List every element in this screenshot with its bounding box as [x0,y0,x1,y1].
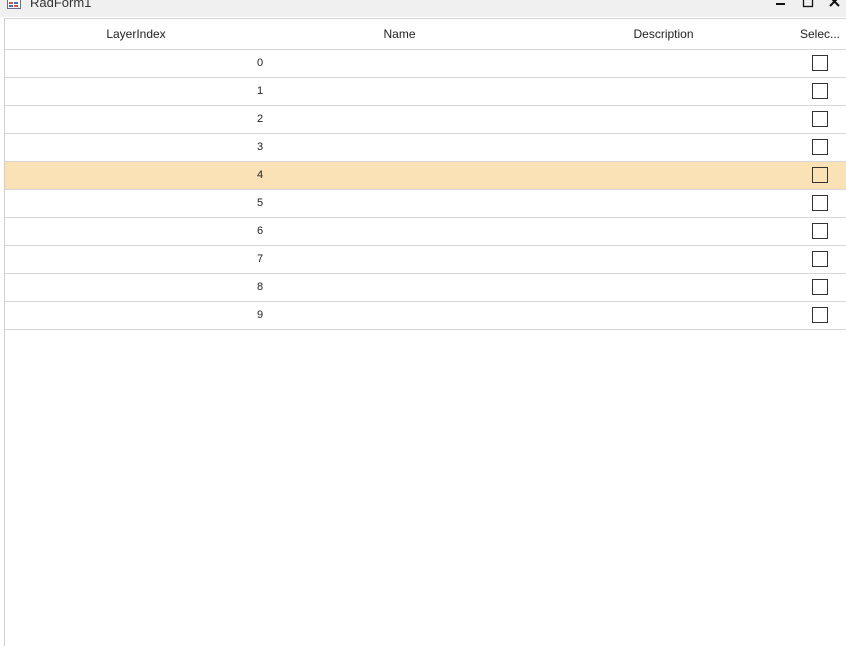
layers-grid[interactable]: LayerIndex Name Description Selec... 0 1… [4,18,846,646]
window-title: RadForm1 [30,0,92,10]
maximize-icon[interactable] [799,0,817,10]
cell-description[interactable] [532,246,795,273]
cell-description[interactable] [532,78,795,105]
cell-name[interactable] [267,106,532,133]
table-row[interactable]: 1 [5,78,846,106]
cell-name[interactable] [267,50,532,77]
row-select-checkbox[interactable] [812,83,828,99]
cell-description[interactable] [532,106,795,133]
cell-name[interactable] [267,302,532,329]
cell-name[interactable] [267,134,532,161]
cell-description[interactable] [532,218,795,245]
cell-name[interactable] [267,218,532,245]
row-select-checkbox[interactable] [812,279,828,295]
grid-rows: 0 1 2 3 4 5 6 7 8 9 [5,50,846,330]
app-form-icon [7,0,21,9]
row-select-checkbox[interactable] [812,223,828,239]
column-header-layerindex[interactable]: LayerIndex [5,19,267,49]
cell-description[interactable] [532,190,795,217]
cell-description[interactable] [532,274,795,301]
cell-name[interactable] [267,162,532,189]
table-row[interactable]: 3 [5,134,846,162]
table-row[interactable]: 0 [5,50,846,78]
row-select-checkbox[interactable] [812,167,828,183]
column-header-description[interactable]: Description [532,19,795,49]
cell-description[interactable] [532,302,795,329]
row-select-checkbox[interactable] [812,195,828,211]
cell-description[interactable] [532,50,795,77]
row-select-checkbox[interactable] [812,307,828,323]
row-select-checkbox[interactable] [812,251,828,267]
close-icon[interactable] [826,0,844,10]
table-row[interactable]: 8 [5,274,846,302]
row-select-checkbox[interactable] [812,139,828,155]
title-bar[interactable]: RadForm1 [0,0,846,17]
cell-name[interactable] [267,246,532,273]
row-select-checkbox[interactable] [812,55,828,71]
column-header-name[interactable]: Name [267,19,532,49]
cell-description[interactable] [532,162,795,189]
table-row[interactable]: 7 [5,246,846,274]
cell-name[interactable] [267,274,532,301]
cell-name[interactable] [267,190,532,217]
table-row[interactable]: 2 [5,106,846,134]
column-header-selected[interactable]: Selec... [795,19,845,49]
grid-header: LayerIndex Name Description Selec... [5,19,846,50]
row-select-checkbox[interactable] [812,111,828,127]
window: RadForm1 LayerIndex Name Description Sel… [0,0,846,646]
table-row[interactable]: 6 [5,218,846,246]
cell-name[interactable] [267,78,532,105]
minimize-icon[interactable] [772,0,790,10]
table-row[interactable]: 9 [5,302,846,330]
cell-description[interactable] [532,134,795,161]
table-row-current[interactable]: 4 [5,162,846,190]
table-row[interactable]: 5 [5,190,846,218]
